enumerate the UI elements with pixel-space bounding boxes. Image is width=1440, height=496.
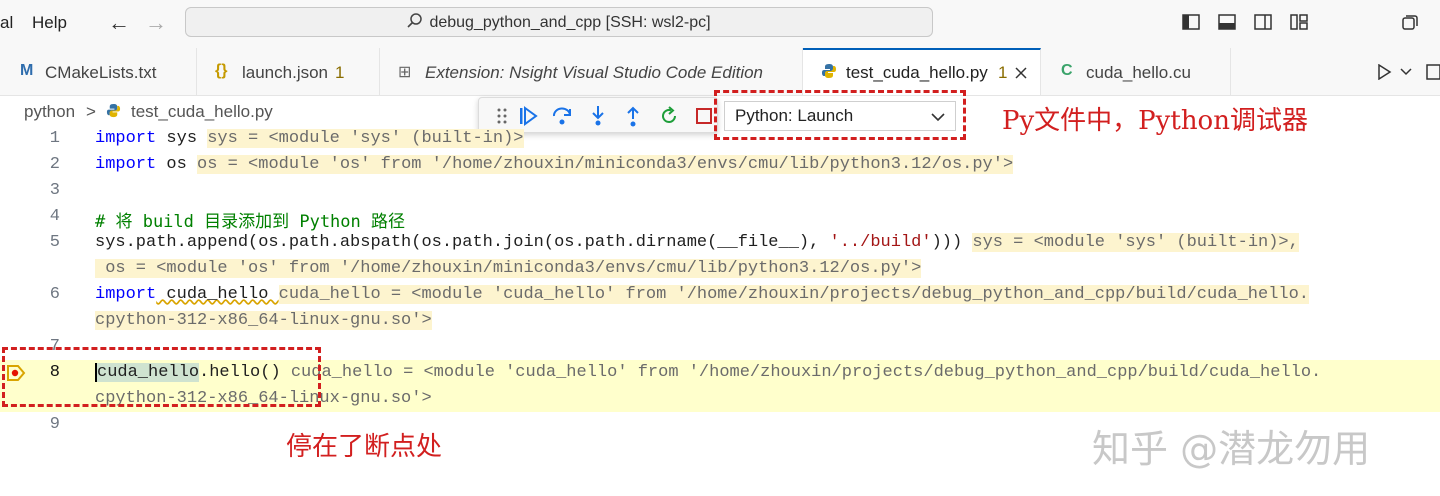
debug-toolbar <box>478 97 718 133</box>
split-editor-icon[interactable] <box>1426 64 1440 80</box>
inline-value: cuda_hello = <module 'cuda_hello' from '… <box>278 285 1310 304</box>
customize-layout-icon[interactable] <box>1290 14 1308 30</box>
annotation-box-debugger <box>714 90 966 140</box>
stop-icon[interactable] <box>693 105 715 127</box>
module-name: os <box>156 155 198 174</box>
code-line-2[interactable]: import os os = <module 'os' from '/home/… <box>95 155 1014 174</box>
menu-help[interactable]: Help <box>32 13 67 33</box>
inline-value: os = <module 'os' from '/home/zhouxin/mi… <box>197 155 1014 174</box>
extensions-icon: ⊞ <box>398 64 412 81</box>
code-line-6[interactable]: import cuda_hello cuda_hello = <module '… <box>95 285 1310 304</box>
code-line-4[interactable]: # 将 build 目录添加到 Python 路径 <box>95 207 405 232</box>
code-line-5[interactable]: sys.path.append(os.path.abspath(os.path.… <box>95 233 1299 252</box>
toggle-secondary-sidebar-icon[interactable] <box>1254 14 1272 30</box>
inline-value: sys = <module 'sys' (built-in)> <box>207 129 524 148</box>
tab-test-cuda-hello-py[interactable]: test_cuda_hello.py 1 <box>803 48 1041 95</box>
tab-extension-nsight[interactable]: ⊞ Extension: Nsight Visual Studio Code E… <box>380 48 803 95</box>
close-tab-icon[interactable] <box>1015 67 1027 79</box>
line-number: 2 <box>49 155 60 174</box>
step-over-icon[interactable] <box>551 105 573 127</box>
search-icon <box>407 13 423 28</box>
chevron-down-icon[interactable] <box>1400 68 1412 76</box>
inline-value: os = <module 'os' from '/home/zhouxin/mi… <box>95 259 922 278</box>
annotation-box-breakpoint <box>2 347 321 407</box>
breadcrumb-file[interactable]: test_cuda_hello.py <box>131 102 273 122</box>
problem-count-badge: 1 <box>998 63 1008 82</box>
cmake-file-icon: M <box>20 62 34 79</box>
tab-label: test_cuda_hello.py <box>846 63 988 82</box>
step-into-icon[interactable] <box>587 105 609 127</box>
restart-icon[interactable] <box>658 105 680 127</box>
line-number: 9 <box>49 415 60 434</box>
module-name: cuda_hello <box>156 285 279 304</box>
tab-label: Extension: Nsight Visual Studio Code Edi… <box>425 63 763 82</box>
cuda-file-icon: C <box>1061 62 1073 79</box>
tab-label: cuda_hello.cu <box>1086 63 1191 82</box>
inline-value: cuda_hello = <module 'cuda_hello' from '… <box>290 363 1322 382</box>
code-text: ))) <box>931 233 973 252</box>
toggle-primary-sidebar-icon[interactable] <box>1182 14 1200 30</box>
tab-cuda-hello-cu[interactable]: C cuda_hello.cu <box>1041 48 1231 95</box>
breadcrumb-separator: > <box>86 102 96 121</box>
toggle-panel-icon[interactable] <box>1218 14 1236 30</box>
drag-handle-icon[interactable] <box>491 105 513 127</box>
keyword: import <box>95 155 157 174</box>
line-number: 5 <box>49 233 60 252</box>
tab-label: CMakeLists.txt <box>45 63 157 82</box>
inline-value: cpython-312-x86_64-linux-gnu.so'> <box>95 311 432 330</box>
code-text: sys.path.append(os.path.abspath(os.path.… <box>95 233 830 252</box>
code-line-6-wrap: cpython-312-x86_64-linux-gnu.so'> <box>95 311 432 330</box>
command-center[interactable]: debug_python_and_cpp [SSH: wsl2-pc] <box>185 7 933 37</box>
annotation-python-debugger: Py文件中，Python调试器 <box>1002 106 1308 136</box>
breadcrumb-folder[interactable]: python <box>24 102 75 122</box>
module-name: sys <box>156 129 208 148</box>
string-literal: '../build' <box>829 233 932 252</box>
python-file-icon <box>822 64 836 78</box>
line-number: 1 <box>49 129 60 148</box>
tab-launch-json[interactable]: {} launch.json 1 <box>197 48 380 95</box>
tab-cmakelists[interactable]: M CMakeLists.txt <box>0 48 197 95</box>
command-center-text: debug_python_and_cpp [SSH: wsl2-pc] <box>429 14 711 31</box>
keyword: import <box>95 129 157 148</box>
line-number: 4 <box>49 207 60 226</box>
keyword: import <box>95 285 157 304</box>
code-line-5-wrap: os = <module 'os' from '/home/zhouxin/mi… <box>95 259 922 278</box>
json-file-icon: {} <box>215 62 228 79</box>
python-file-icon <box>106 103 121 118</box>
line-number: 6 <box>49 285 60 304</box>
continue-icon[interactable] <box>517 105 539 127</box>
menu-item-partial[interactable]: al <box>0 13 13 33</box>
tab-label: launch.json <box>242 63 329 82</box>
forward-arrow-icon[interactable]: → <box>145 10 167 36</box>
back-arrow-icon[interactable]: ← <box>108 10 130 36</box>
title-bar: al Help ← → debug_python_and_cpp [SSH: w… <box>0 0 1440 48</box>
command-center-label: debug_python_and_cpp [SSH: wsl2-pc] <box>186 13 932 32</box>
watermark: 知乎 @潜龙勿用 <box>1092 427 1371 471</box>
run-icon[interactable] <box>1376 64 1392 80</box>
annotation-breakpoint: 停在了断点处 <box>286 432 443 462</box>
editor-tab-bar: M CMakeLists.txt {} launch.json 1 ⊞ Exte… <box>0 48 1440 96</box>
inline-value: sys = <module 'sys' (built-in)>, <box>972 233 1299 252</box>
line-number: 3 <box>49 181 60 200</box>
problem-count-badge: 1 <box>335 63 345 82</box>
code-line-1[interactable]: import sys sys = <module 'sys' (built-in… <box>95 129 524 148</box>
step-out-icon[interactable] <box>622 105 644 127</box>
restore-window-icon[interactable] <box>1400 14 1418 30</box>
